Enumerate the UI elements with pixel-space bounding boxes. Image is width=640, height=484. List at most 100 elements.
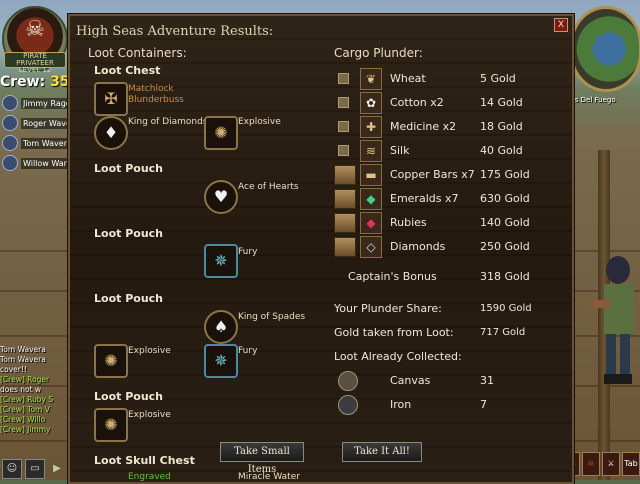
collected-item: Canvas 31 xyxy=(334,370,534,392)
collected-item-name: Canvas xyxy=(390,374,431,387)
crew-member[interactable]: Willow Wars xyxy=(2,154,72,172)
cotton-icon: ✿ xyxy=(360,92,382,114)
treasure-chest-icon xyxy=(334,189,356,209)
chat-line: cover!! xyxy=(0,365,27,374)
loot-group-title: Loot Pouch xyxy=(94,227,164,240)
cargo-row[interactable]: ✿ Cotton x2 14 Gold xyxy=(334,92,564,114)
captains-bonus-label: Captain's Bonus xyxy=(348,270,437,283)
rank-label: PIRATE PRIVATEER LEVEL 12 xyxy=(4,52,66,74)
cargo-gold-value: 630 Gold xyxy=(480,192,530,205)
chat-line: [Crew] Tom V xyxy=(0,405,50,414)
window-title: High Seas Adventure Results: xyxy=(76,24,274,39)
treasure-chest-icon xyxy=(334,237,356,257)
crew-member[interactable]: Tom Wavera xyxy=(2,134,72,152)
cargo-checkbox[interactable] xyxy=(338,97,349,108)
card-icon[interactable]: ♥ xyxy=(204,180,238,214)
loot-containers-heading: Loot Containers: xyxy=(88,46,187,60)
cargo-gold-value: 14 Gold xyxy=(480,96,523,109)
crew-member[interactable]: Jimmy Rage xyxy=(2,94,72,112)
pirate-character[interactable] xyxy=(586,250,640,390)
hotbar-slot-tab[interactable]: Tab xyxy=(622,452,640,476)
crew-member[interactable]: Roger Wavel xyxy=(2,114,72,132)
take-small-items-button[interactable]: Take Small Items xyxy=(220,442,304,475)
cargo-name: Emeralds x7 xyxy=(390,192,459,205)
loot-item-label: Fury xyxy=(238,346,258,356)
chat-bubble-icon[interactable]: ▭ xyxy=(25,459,45,479)
cargo-checkbox[interactable] xyxy=(338,73,349,84)
loot-item-label: Explosive xyxy=(238,117,281,127)
ruby-icon: ◆ xyxy=(360,212,382,234)
loot-group-title: Loot Chest xyxy=(94,64,161,77)
emote-button[interactable]: ☺ xyxy=(2,459,22,479)
hotbar-slot-item[interactable]: ⚔ xyxy=(602,452,620,476)
chat-line: does not w xyxy=(0,385,42,394)
emerald-icon: ◆ xyxy=(360,188,382,210)
minimap[interactable] xyxy=(570,6,640,92)
explosive-icon[interactable]: ✺ xyxy=(94,408,128,442)
cargo-row[interactable]: ✚ Medicine x2 18 Gold xyxy=(334,116,564,138)
cargo-name: Medicine x2 xyxy=(390,120,457,133)
cargo-checkbox[interactable] xyxy=(338,121,349,132)
cargo-row[interactable]: ◆ Emeralds x7 630 Gold xyxy=(334,188,564,210)
card-icon[interactable]: ♠ xyxy=(204,310,238,344)
chat-send-icon[interactable]: ▶ xyxy=(48,460,66,478)
crew-avatar-icon xyxy=(2,95,18,111)
copper-bars-icon: ▬ xyxy=(360,164,382,186)
cargo-row[interactable]: ≋ Silk 40 Gold xyxy=(334,140,564,162)
crew-member-name: Jimmy Rage xyxy=(21,97,72,109)
cargo-checkbox[interactable] xyxy=(338,145,349,156)
crew-avatar-icon xyxy=(2,155,18,171)
crew-member-name: Tom Wavera xyxy=(21,137,72,149)
crew-label: Crew: xyxy=(0,74,46,90)
chat-controls: ☺ ▭ ▶ xyxy=(0,458,74,480)
gold-from-loot-label: Gold taken from Loot: xyxy=(334,326,454,339)
plunder-share-label: Your Plunder Share: xyxy=(334,302,442,315)
collected-item-qty: 7 xyxy=(480,398,487,411)
loot-group-title: Loot Pouch xyxy=(94,390,164,403)
plunder-share-value: 1590 Gold xyxy=(480,303,532,314)
cargo-row[interactable]: ❦ Wheat 5 Gold xyxy=(334,68,564,90)
crew-list: Jimmy Rage Roger Wavel Tom Wavera Willow… xyxy=(2,94,72,174)
loot-item-label: King of Diamonds xyxy=(128,117,208,127)
hotbar-slot-item[interactable]: ☠ xyxy=(582,452,600,476)
cargo-name: Wheat xyxy=(390,72,426,85)
diamond-icon: ◇ xyxy=(360,236,382,258)
crew-avatar-icon xyxy=(2,135,18,151)
cargo-gold-value: 18 Gold xyxy=(480,120,523,133)
close-button[interactable]: X xyxy=(554,18,568,32)
cargo-name: Diamonds xyxy=(390,240,446,253)
collected-item-qty: 31 xyxy=(480,374,494,387)
cargo-name: Rubies xyxy=(390,216,427,229)
treasure-chest-icon xyxy=(334,213,356,233)
crew-avatar-icon xyxy=(2,115,18,131)
loot-item-label: Fury xyxy=(238,247,258,257)
cargo-name: Cotton x2 xyxy=(390,96,444,109)
blunderbuss-icon[interactable]: ✠ xyxy=(94,82,128,116)
collected-item: Iron 7 xyxy=(334,394,534,416)
loot-item-label: Engraved xyxy=(128,472,171,482)
loot-group-title: Loot Pouch xyxy=(94,162,164,175)
loot-item-label: King of Spades xyxy=(238,312,306,322)
wheat-icon: ❦ xyxy=(360,68,382,90)
crew-member-name: Willow Wars xyxy=(21,157,72,169)
take-it-all-button[interactable]: Take It All! xyxy=(342,442,422,462)
card-icon[interactable]: ♦ xyxy=(94,116,128,150)
gold-from-loot-value: 717 Gold xyxy=(480,327,526,338)
explosive-icon[interactable]: ✺ xyxy=(94,344,128,378)
fury-icon[interactable]: ✵ xyxy=(204,344,238,378)
cargo-gold-value: 175 Gold xyxy=(480,168,530,181)
cargo-gold-value: 5 Gold xyxy=(480,72,516,85)
fury-icon[interactable]: ✵ xyxy=(204,244,238,278)
treasure-chest-icon xyxy=(334,165,356,185)
cargo-row[interactable]: ▬ Copper Bars x7 175 Gold xyxy=(334,164,564,186)
loot-group-title: Loot Pouch xyxy=(94,292,164,305)
cargo-row[interactable]: ◇ Diamonds 250 Gold xyxy=(334,236,564,258)
loot-item-label: Matchlock Blunderbuss xyxy=(128,84,184,105)
cargo-gold-value: 250 Gold xyxy=(480,240,530,253)
chat-line: [Crew] Ruby S xyxy=(0,395,54,404)
chat-log: Tom Wavera Tom Wavera cover!! [Crew] Roger d… xyxy=(0,345,72,435)
loot-item-label: Ace of Hearts xyxy=(238,182,299,192)
cargo-row[interactable]: ◆ Rubies 140 Gold xyxy=(334,212,564,234)
captains-bonus-value: 318 Gold xyxy=(480,270,530,283)
explosive-icon[interactable]: ✺ xyxy=(204,116,238,150)
